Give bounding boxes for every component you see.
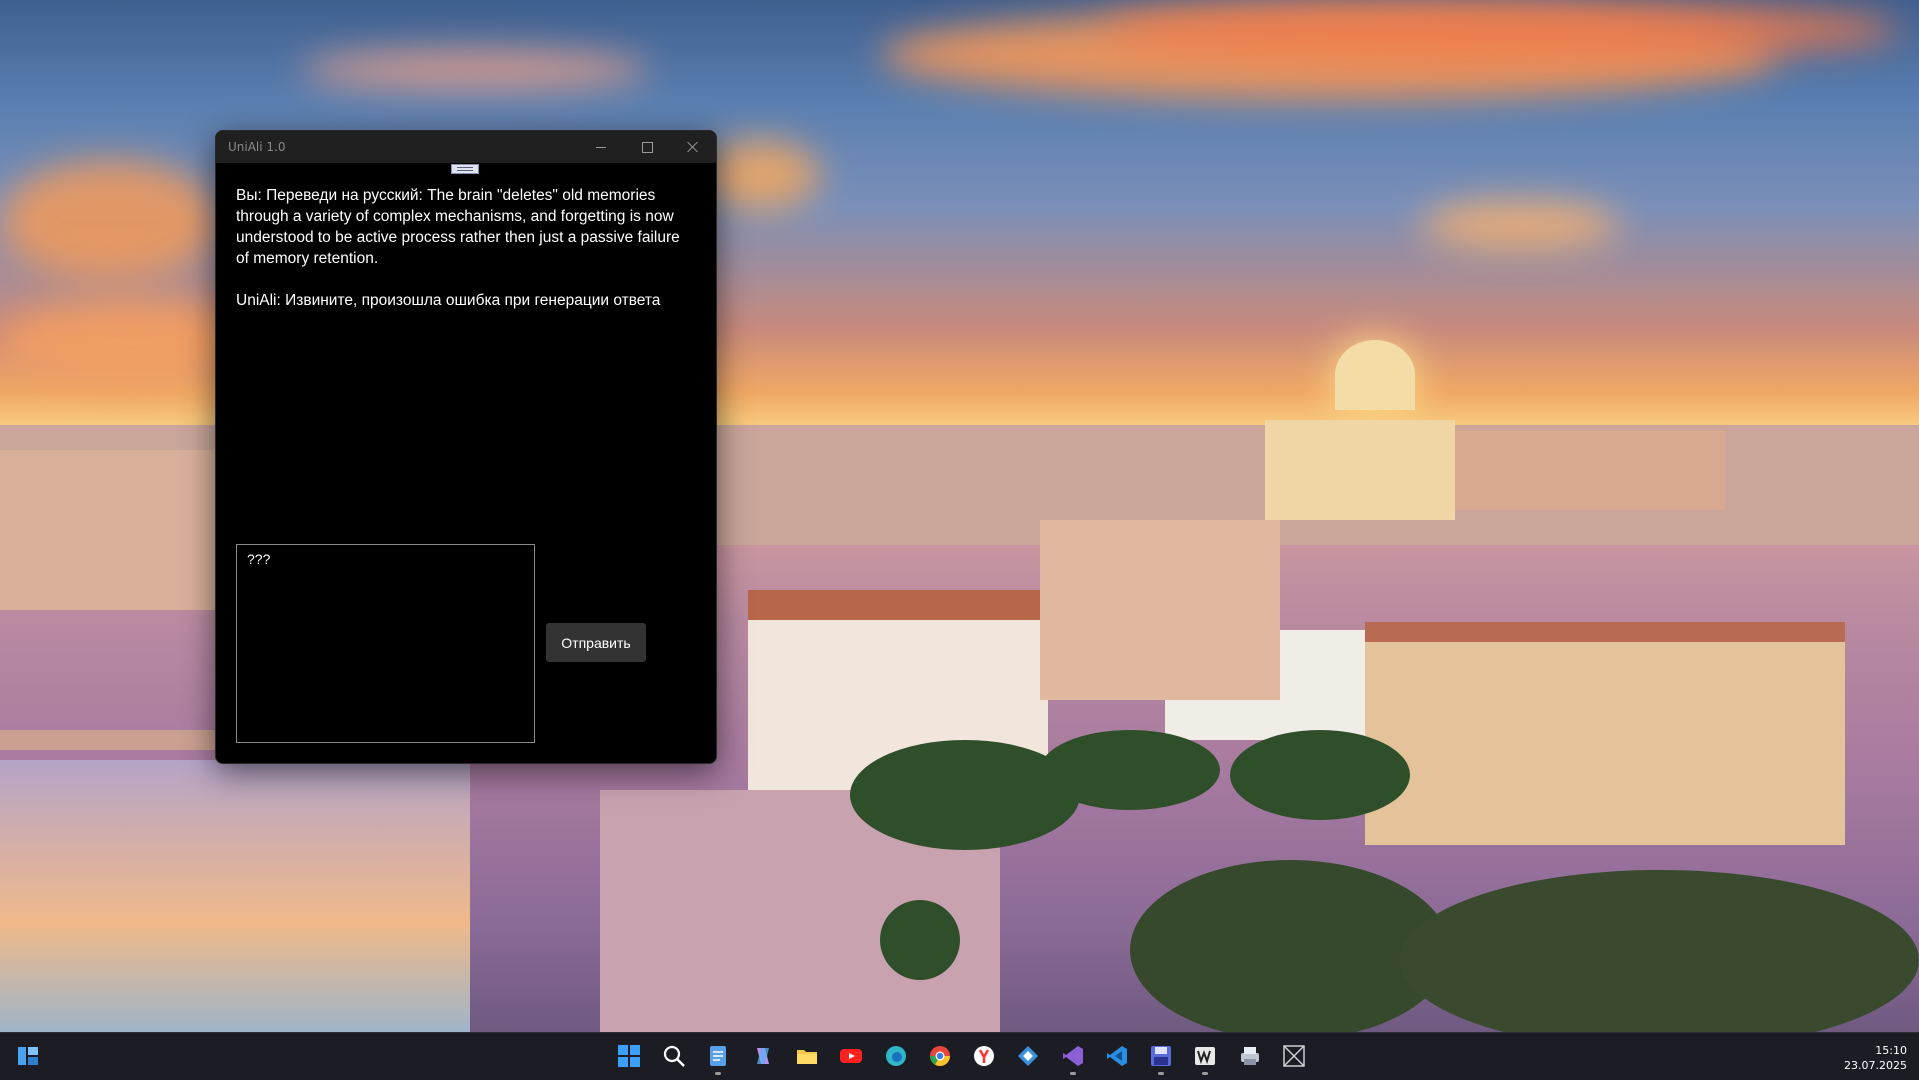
window-titlebar[interactable]: UniAli 1.0 xyxy=(216,131,716,163)
wps-icon[interactable] xyxy=(1190,1041,1220,1075)
image-placeholder-icon[interactable] xyxy=(1279,1041,1309,1071)
running-indicator xyxy=(1158,1072,1164,1075)
uniali-window: UniAli 1.0 Вы: Переведи на русский: The … xyxy=(215,130,717,764)
save-app-icon[interactable] xyxy=(1146,1041,1176,1075)
clock-time: 15:10 xyxy=(1875,1044,1907,1057)
chat-log: Вы: Переведи на русский: The brain "dele… xyxy=(236,185,696,332)
chrome-icon[interactable] xyxy=(925,1041,955,1071)
maximize-icon xyxy=(641,141,653,153)
bot-message: UniAli: Извините, произошла ошибка при г… xyxy=(236,292,661,309)
running-indicator xyxy=(715,1072,721,1075)
file-explorer-icon[interactable] xyxy=(792,1041,822,1071)
minimize-button[interactable] xyxy=(578,131,624,163)
printer-app-icon[interactable] xyxy=(1235,1041,1265,1071)
vscode-icon[interactable] xyxy=(1102,1041,1132,1071)
app-diamond-icon[interactable] xyxy=(1013,1041,1043,1071)
search-icon[interactable] xyxy=(659,1041,689,1071)
window-title: UniAli 1.0 xyxy=(228,140,286,154)
send-button[interactable]: Отправить xyxy=(546,623,646,662)
close-button[interactable] xyxy=(670,131,716,163)
yandex-browser-icon[interactable] xyxy=(969,1041,999,1071)
user-message: Вы: Переведи на русский: The brain "dele… xyxy=(236,187,685,267)
system-clock[interactable]: 15:10 23.07.2025 xyxy=(1844,1043,1907,1073)
visual-studio-icon[interactable] xyxy=(1058,1041,1088,1075)
start-icon[interactable] xyxy=(614,1041,644,1071)
maximize-button[interactable] xyxy=(624,131,670,163)
minimize-icon xyxy=(596,146,606,148)
widgets-icon[interactable] xyxy=(13,1041,43,1071)
clock-date: 23.07.2025 xyxy=(1844,1059,1907,1072)
edge-icon[interactable] xyxy=(881,1041,911,1071)
drag-handle-icon[interactable] xyxy=(451,164,479,174)
youtube-icon[interactable] xyxy=(836,1041,866,1071)
notepad-icon[interactable] xyxy=(703,1041,733,1075)
message-input[interactable]: ??? xyxy=(236,544,535,743)
taskbar: 15:10 23.07.2025 xyxy=(0,1032,1919,1080)
copilot-icon[interactable] xyxy=(748,1041,778,1071)
running-indicator xyxy=(1070,1072,1076,1075)
running-indicator xyxy=(1202,1072,1208,1075)
close-icon xyxy=(687,141,699,153)
